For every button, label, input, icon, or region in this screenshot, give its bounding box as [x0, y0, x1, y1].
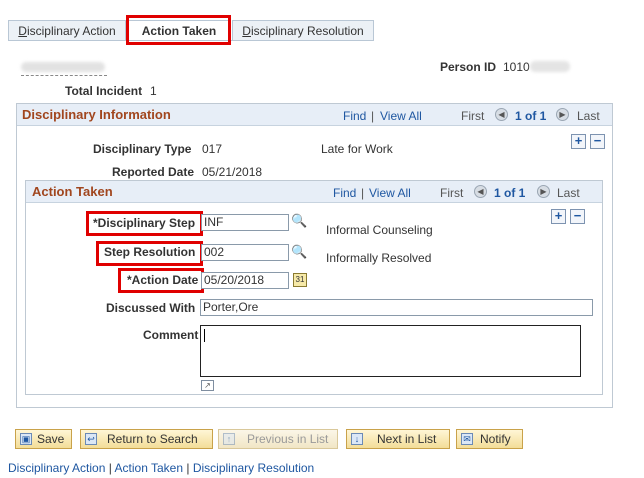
comment-label: Comment	[143, 328, 199, 342]
next-in-list-label: Next in List	[377, 432, 437, 446]
discussed-with-input[interactable]: Porter,Ore	[200, 299, 593, 316]
last-label: Last	[577, 109, 600, 123]
tab-mnemonic: D	[18, 24, 27, 38]
save-button[interactable]: ▣ Save	[15, 429, 72, 449]
tab-disciplinary-action[interactable]: Disciplinary Action	[8, 20, 126, 41]
add-row-icon[interactable]: +	[551, 209, 566, 224]
previous-row-icon[interactable]: ◀	[495, 108, 508, 121]
previous-in-list-label: Previous in List	[247, 432, 329, 446]
person-name-underline	[21, 75, 107, 76]
action-date-input[interactable]: 05/20/2018	[201, 272, 289, 289]
notify-label: Notify	[480, 432, 511, 446]
tab-mnemonic: D	[242, 24, 251, 38]
disciplinary-type-description: Late for Work	[321, 142, 393, 156]
disciplinary-step-input[interactable]: INF	[201, 214, 289, 231]
tab-disciplinary-resolution[interactable]: Disciplinary Resolution	[232, 20, 374, 41]
footer-link-action-taken[interactable]: Action Taken	[115, 461, 184, 475]
add-row-icon[interactable]: +	[571, 134, 586, 149]
next-in-list-button[interactable]: ↓ Next in List	[346, 429, 450, 449]
comment-textarea[interactable]	[200, 325, 581, 377]
nav-separator: |	[361, 186, 365, 200]
delete-row-icon[interactable]: −	[570, 209, 585, 224]
previous-row-icon[interactable]: ◀	[474, 185, 487, 198]
footer-separator: |	[186, 461, 190, 475]
disciplinary-type-label: Disciplinary Type	[93, 142, 192, 156]
save-label: Save	[37, 432, 65, 446]
next-row-icon[interactable]: ▶	[537, 185, 550, 198]
person-id-blurred	[530, 61, 570, 72]
person-id-label: Person ID	[440, 60, 497, 74]
disciplinary-step-description: Informal Counseling	[326, 223, 433, 237]
step-resolution-input[interactable]: 002	[201, 244, 289, 261]
row-count: 1 of 1	[494, 186, 526, 200]
tab-label-rest: isciplinary Action	[26, 24, 116, 38]
step-resolution-description: Informally Resolved	[326, 251, 432, 265]
highlight-step-resolution	[96, 241, 203, 266]
save-icon: ▣	[20, 433, 32, 445]
next-row-icon[interactable]: ▶	[556, 108, 569, 121]
next-in-list-icon: ↓	[351, 433, 363, 445]
action-taken-title: Action Taken	[32, 184, 113, 199]
text-cursor	[204, 329, 205, 342]
highlight-tab-action-taken	[126, 15, 231, 45]
person-name-blurred	[21, 62, 105, 72]
notify-button[interactable]: ✉ Notify	[456, 429, 523, 449]
tab-label-rest: isciplinary Resolution	[250, 24, 364, 38]
find-link[interactable]: Find	[333, 186, 356, 200]
row-count: 1 of 1	[515, 109, 547, 123]
view-all-link[interactable]: View All	[369, 186, 411, 200]
return-to-search-button[interactable]: ↩ Return to Search	[80, 429, 213, 449]
footer-link-disciplinary-action[interactable]: Disciplinary Action	[8, 461, 105, 475]
view-all-link[interactable]: View All	[380, 109, 422, 123]
calendar-icon[interactable]: 31	[293, 273, 307, 287]
nav-separator: |	[371, 109, 375, 123]
footer-links: Disciplinary Action | Action Taken | Dis…	[8, 461, 314, 475]
footer-separator: |	[108, 461, 112, 475]
delete-row-icon[interactable]: −	[590, 134, 605, 149]
magnifier-icon[interactable]: 🔍	[291, 213, 307, 229]
return-to-search-label: Return to Search	[107, 432, 198, 446]
disciplinary-type-code: 017	[202, 142, 223, 156]
reported-date-value: 05/21/2018	[202, 165, 263, 179]
return-to-search-icon: ↩	[85, 433, 97, 445]
first-label: First	[461, 109, 485, 123]
highlight-disciplinary-step	[86, 211, 203, 236]
expand-icon[interactable]: ↗	[201, 380, 214, 391]
previous-in-list-button[interactable]: ↑ Previous in List	[218, 429, 338, 449]
last-label: Last	[557, 186, 580, 200]
total-incident-label: Total Incident	[65, 84, 143, 98]
highlight-action-date	[118, 268, 204, 293]
reported-date-label: Reported Date	[112, 165, 195, 179]
find-link[interactable]: Find	[343, 109, 366, 123]
footer-link-disciplinary-resolution[interactable]: Disciplinary Resolution	[193, 461, 314, 475]
notify-icon: ✉	[461, 433, 473, 445]
total-incident-value: 1	[150, 84, 157, 98]
person-id-value: 1010	[503, 60, 530, 74]
discussed-with-label: Discussed With	[106, 301, 196, 315]
previous-in-list-icon: ↑	[223, 433, 235, 445]
disciplinary-information-title: Disciplinary Information	[22, 107, 171, 122]
first-label: First	[440, 186, 464, 200]
magnifier-icon[interactable]: 🔍	[291, 244, 307, 260]
